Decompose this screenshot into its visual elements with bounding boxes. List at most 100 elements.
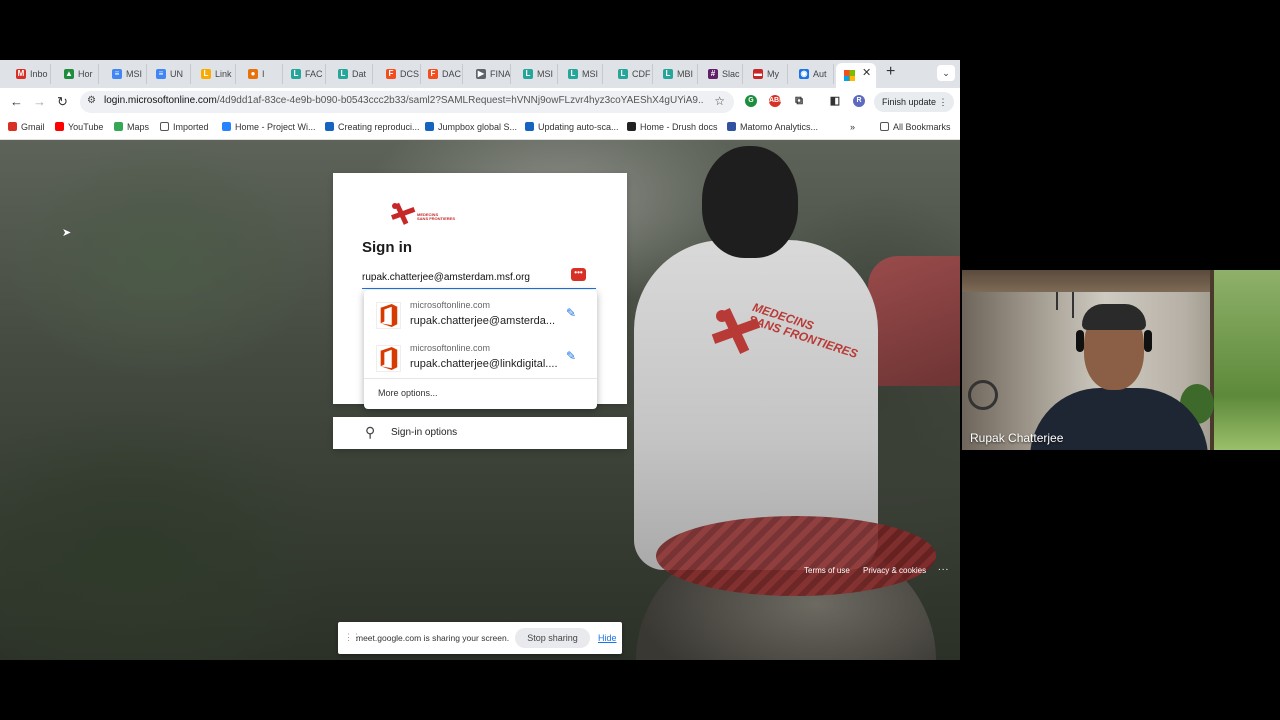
office-icon [376, 302, 401, 329]
microsoft-icon [844, 70, 855, 81]
bookmark-label: Updating auto-sca... [538, 122, 619, 132]
tab-9[interactable]: F DCS [378, 64, 421, 84]
terms-link[interactable]: Terms of use [804, 566, 850, 575]
folder-icon [160, 122, 169, 131]
tab-16[interactable]: # Slac [700, 64, 743, 84]
signin-options-label: Sign-in options [391, 427, 458, 438]
figma-icon: F [428, 69, 438, 79]
tab-4[interactable]: ≡ UN [148, 64, 191, 84]
bookmark-item[interactable]: Maps [114, 122, 149, 132]
background-saddle [656, 516, 936, 596]
bookmark-item[interactable]: Home - Drush docs [627, 122, 718, 132]
tab-label: Slac [722, 69, 740, 79]
msf-logo-text-2: SANS FRONTIERES [417, 216, 456, 221]
tab-search-icon[interactable]: ⌄ [937, 65, 955, 81]
drive-icon: ▲ [64, 69, 74, 79]
tab-1[interactable]: M Inbo [8, 64, 51, 84]
video-icon: ▶ [476, 69, 486, 79]
tab-label: Inbo [30, 69, 48, 79]
tab-label: UN [170, 69, 183, 79]
docs-icon: ≡ [156, 69, 166, 79]
tab-label: DCS [400, 69, 420, 79]
privacy-link[interactable]: Privacy & cookies [863, 566, 926, 575]
bookmark-item[interactable]: Gmail [8, 122, 45, 132]
tab-5[interactable]: L Link [193, 64, 236, 84]
tab-label: Link [215, 69, 232, 79]
tab-10[interactable]: F DAC [420, 64, 463, 84]
bookmark-label: YouTube [68, 122, 104, 132]
autofill-dropdown: microsoftonline.com rupak.chatterjee@ams… [364, 290, 597, 409]
screen-share-bar: ⋮⋮ meet.google.com is sharing your scree… [338, 622, 622, 654]
autofill-item-2[interactable]: microsoftonline.com rupak.chatterjee@lin… [364, 335, 597, 377]
tab-14[interactable]: L CDF [610, 64, 653, 84]
edit-icon[interactable]: ✎ [566, 306, 576, 320]
tab-6[interactable]: ● I [240, 64, 283, 84]
background-person-head [702, 146, 798, 258]
autofill-user: rupak.chatterjee@amsterda... [410, 315, 556, 327]
bookmark-star-icon[interactable]: ☆ [714, 94, 725, 108]
more-options-icon[interactable]: ... [938, 562, 949, 573]
bookmark-label: Creating reproduci... [338, 122, 420, 132]
tab-3[interactable]: ≡ MSI [104, 64, 147, 84]
bookmark-label: Imported [173, 122, 209, 132]
stop-sharing-button[interactable]: Stop sharing [515, 628, 590, 648]
address-bar[interactable]: ⚙ login.microsoftonline.com/4d9dd1af-83c… [80, 91, 734, 113]
browser-toolbar: ← → ↻ ⚙ login.microsoftonline.com/4d9dd1… [0, 88, 960, 116]
headset-icon [1076, 330, 1084, 352]
avatar[interactable]: R [853, 95, 865, 107]
autofill-site: microsoftonline.com [410, 343, 491, 353]
hide-link[interactable]: Hide [598, 633, 617, 643]
adblock-icon[interactable]: ABP [769, 95, 784, 107]
tab-11[interactable]: ▶ FINA [468, 64, 511, 84]
tab-15[interactable]: L MBI [655, 64, 698, 84]
video-person-hair [1082, 304, 1146, 330]
tab-label: I [262, 69, 265, 79]
edit-icon[interactable]: ✎ [566, 349, 576, 363]
site-info-icon[interactable]: ⚙ [87, 95, 96, 106]
figma-icon: F [386, 69, 396, 79]
bookmark-item[interactable]: YouTube [55, 122, 103, 132]
bookmarks-bar: Gmail YouTube Maps Imported Home - Project W… [0, 116, 960, 140]
video-lamp [1056, 292, 1058, 310]
signin-options-button[interactable]: ⚲ Sign-in options [333, 417, 627, 449]
grammarly-icon[interactable]: G [745, 95, 757, 107]
tab-12[interactable]: L MSI [515, 64, 558, 84]
password-manager-icon[interactable]: ••• [571, 268, 586, 281]
autofill-item-1[interactable]: microsoftonline.com rupak.chatterjee@ams… [364, 292, 597, 334]
bookmark-item[interactable]: Creating reproduci... [325, 122, 420, 132]
back-icon[interactable]: ← [10, 94, 23, 109]
bookmark-item[interactable]: Imported [160, 122, 209, 132]
all-bookmarks-button[interactable]: All Bookmarks [880, 122, 951, 132]
recording-icon: ● [248, 69, 258, 79]
bookmark-label: Jumpbox global S... [438, 122, 518, 132]
bookmarks-overflow-icon[interactable]: » [850, 122, 855, 132]
tab-2[interactable]: ▲ Hor [56, 64, 99, 84]
url-text[interactable]: login.microsoftonline.com/4d9dd1af-83ce-… [104, 95, 704, 106]
email-field[interactable] [362, 267, 596, 289]
tab-13[interactable]: L MSI [560, 64, 603, 84]
bookmark-item[interactable]: Updating auto-sca... [525, 122, 619, 132]
share-message: meet.google.com is sharing your screen. [356, 633, 510, 643]
gmail-icon [8, 122, 17, 131]
tab-label: Aut [813, 69, 827, 79]
tab-7[interactable]: L FAC [283, 64, 326, 84]
tab-18[interactable]: ◉ Aut [791, 64, 834, 84]
bookmark-label: Gmail [21, 122, 45, 132]
new-tab-icon[interactable]: + [886, 63, 895, 81]
msf-logo-text: MEDECINS SANS FRONTIERES [417, 213, 455, 221]
more-options-link[interactable]: More options... [378, 388, 438, 398]
extensions-icon[interactable]: ⧉ [793, 95, 805, 107]
bookmark-item[interactable]: Jumpbox global S... [425, 122, 517, 132]
all-bookmarks-label: All Bookmarks [893, 122, 951, 132]
tab-8[interactable]: L Dat [330, 64, 373, 84]
close-icon[interactable]: ✕ [862, 66, 871, 79]
side-panel-icon[interactable]: ◧ [829, 95, 841, 107]
finish-update-button[interactable]: Finish update ⋮ [874, 92, 954, 112]
bookmark-label: Matomo Analytics... [740, 122, 819, 132]
forward-icon[interactable]: → [33, 94, 46, 109]
bookmark-item[interactable]: Matomo Analytics... [727, 122, 818, 132]
bookmark-item[interactable]: Home - Project Wi... [222, 122, 316, 132]
tab-17[interactable]: ▬ My [745, 64, 788, 84]
reload-icon[interactable]: ↻ [57, 94, 68, 110]
mouse-cursor-icon: ➤ [62, 227, 72, 239]
